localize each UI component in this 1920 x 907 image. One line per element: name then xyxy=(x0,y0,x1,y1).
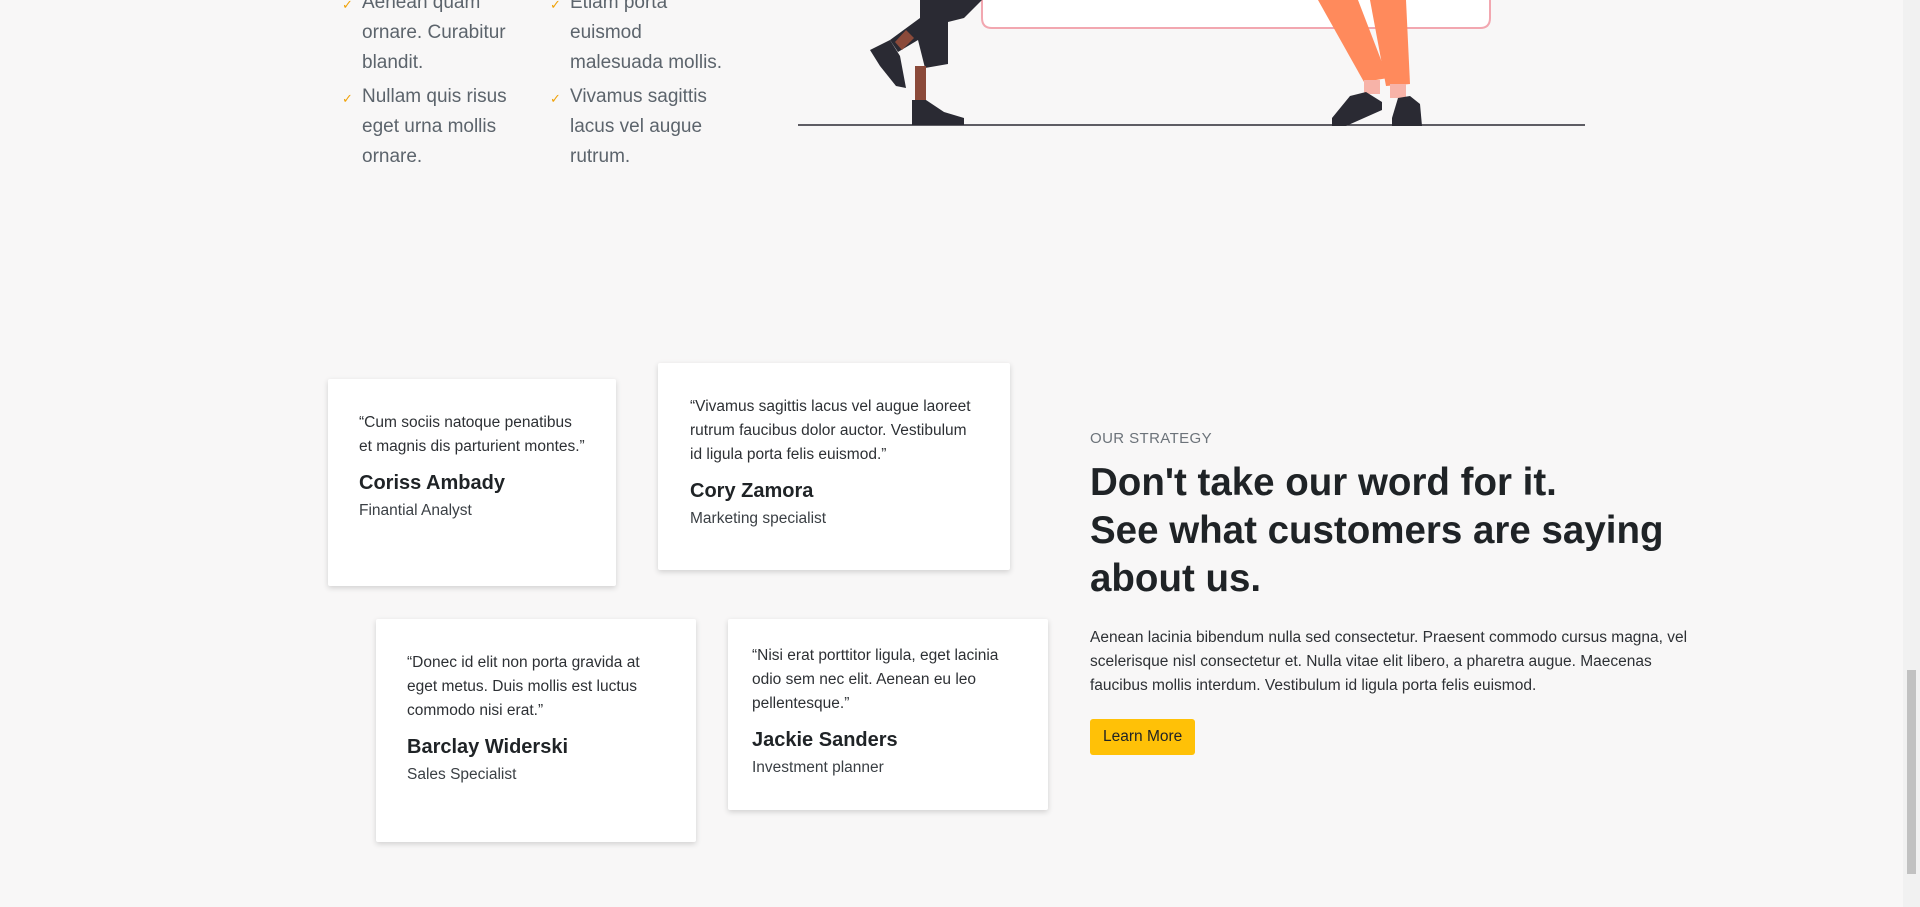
left-person-trousers-flap xyxy=(948,0,982,22)
check-icon: ✓ xyxy=(550,0,561,12)
testimonial-card: “Cum sociis natoque penatibus et magnis … xyxy=(328,379,616,586)
feature-list-item: ✓ Etiam porta euismod malesuada mollis. xyxy=(550,0,725,78)
right-person-shoe xyxy=(1332,92,1382,126)
testimonial-quote: “Vivamus sagittis lacus vel augue laoree… xyxy=(690,398,971,463)
section-headline: Don't take our word for it. See what cus… xyxy=(1090,459,1710,603)
page-scrollbar[interactable] xyxy=(1903,0,1920,907)
testimonial-card: “Nisi erat porttitor ligula, eget lacini… xyxy=(728,619,1048,810)
left-person-shoe-front xyxy=(912,100,964,125)
feature-list-right: ✓ Etiam porta euismod malesuada mollis. … xyxy=(550,0,725,176)
feature-text: Nullam quis risus eget urna mollis ornar… xyxy=(362,86,507,167)
testimonial-name: Coriss Ambady xyxy=(359,472,505,494)
right-person-sock xyxy=(1364,80,1380,94)
section-body: Aenean lacinia bibendum nulla sed consec… xyxy=(1090,629,1688,694)
team-illustration xyxy=(798,0,1585,126)
strategy-section: OUR STRATEGY Don't take our word for it.… xyxy=(1090,430,1710,755)
testimonial-role: Investment planner xyxy=(752,759,884,776)
testimonial-role: Sales Specialist xyxy=(407,766,517,783)
check-icon: ✓ xyxy=(550,91,561,106)
feature-list-item: ✓ Aenean quam ornare. Curabitur blandit. xyxy=(342,0,512,78)
learn-more-button[interactable]: Learn More xyxy=(1090,719,1196,755)
feature-text: Aenean quam ornare. Curabitur blandit. xyxy=(362,0,506,73)
testimonial-role: Finantial Analyst xyxy=(359,502,472,519)
feature-list-left: ✓ Aenean quam ornare. Curabitur blandit.… xyxy=(342,0,512,176)
testimonial-name: Barclay Widerski xyxy=(407,736,569,758)
testimonial-quote: “Donec id elit non porta gravida at eget… xyxy=(407,654,640,719)
testimonial-role: Marketing specialist xyxy=(690,510,827,527)
testimonial-card: “Vivamus sagittis lacus vel augue laoree… xyxy=(658,363,1010,570)
feature-text: Etiam porta euismod malesuada mollis. xyxy=(570,0,723,73)
headline-line-1: Don't take our word for it. xyxy=(1090,461,1557,504)
scrollbar-thumb[interactable] xyxy=(1907,670,1916,874)
testimonial-card: “Donec id elit non porta gravida at eget… xyxy=(376,619,696,842)
testimonial-name: Cory Zamora xyxy=(690,480,814,502)
board-outline xyxy=(981,0,1491,29)
right-person-shoe xyxy=(1392,96,1422,126)
testimonial-name: Jackie Sanders xyxy=(752,729,898,751)
testimonial-quote: “Cum sociis natoque penatibus et magnis … xyxy=(359,414,585,455)
feature-text: Vivamus sagittis lacus vel augue rutrum. xyxy=(570,86,707,167)
headline-line-2: See what customers are saying about us. xyxy=(1090,509,1664,600)
check-icon: ✓ xyxy=(342,0,353,12)
check-icon: ✓ xyxy=(342,91,353,106)
right-person-sock xyxy=(1390,84,1406,98)
testimonial-quote: “Nisi erat porttitor ligula, eget lacini… xyxy=(752,647,999,712)
feature-list-item: ✓ Nullam quis risus eget urna mollis orn… xyxy=(342,82,512,172)
feature-list-item: ✓ Vivamus sagittis lacus vel augue rutru… xyxy=(550,82,725,172)
section-eyebrow: OUR STRATEGY xyxy=(1090,430,1213,447)
